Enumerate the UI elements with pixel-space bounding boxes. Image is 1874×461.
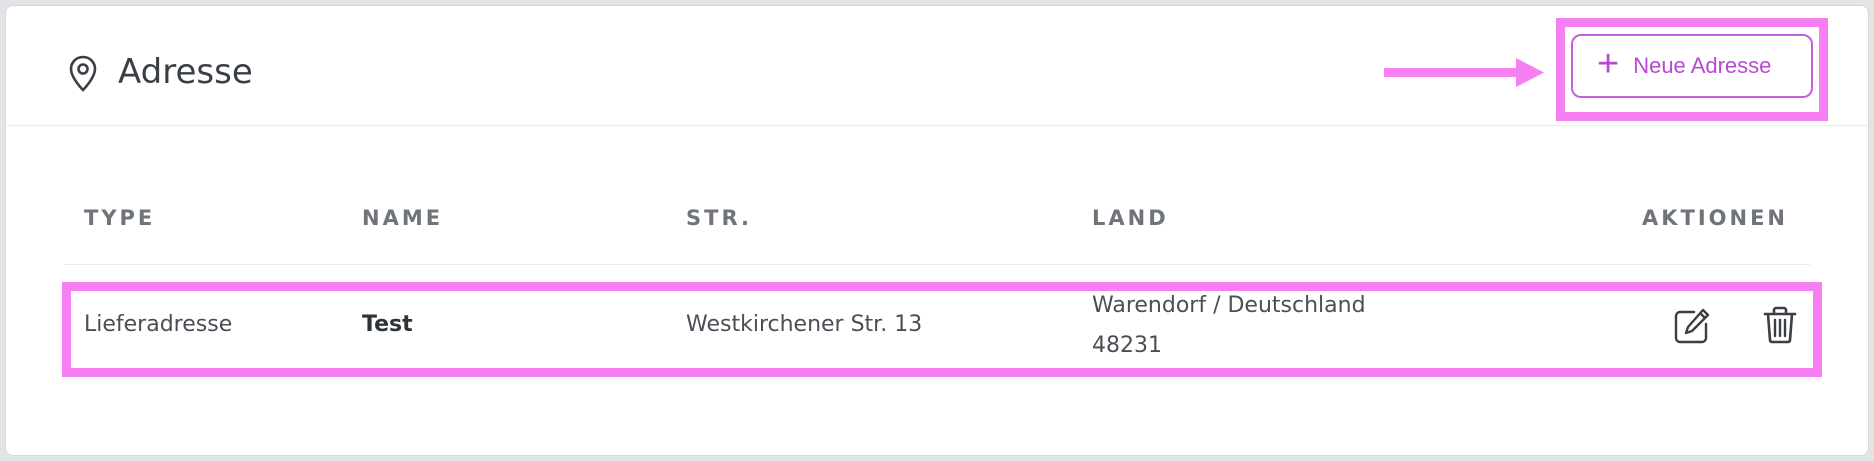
table-header-divider <box>64 264 1810 265</box>
cell-zip: 48231 <box>1092 333 1162 358</box>
card-header: Adresse + Neue Adresse <box>6 6 1868 126</box>
edit-icon[interactable] <box>1672 306 1712 346</box>
new-address-button[interactable]: + Neue Adresse <box>1571 34 1813 98</box>
column-header-land: LAND <box>1092 206 1169 230</box>
map-pin-icon <box>69 55 97 92</box>
page-title: Adresse <box>118 52 253 92</box>
column-header-street: STR. <box>686 206 752 230</box>
cell-land: Warendorf / Deutschland <box>1092 293 1366 318</box>
trash-icon[interactable] <box>1763 306 1797 344</box>
cell-street: Westkirchener Str. 13 <box>686 312 923 337</box>
cell-type: Lieferadresse <box>84 312 233 337</box>
column-header-name: NAME <box>362 206 444 230</box>
new-address-label: Neue Adresse <box>1633 53 1772 78</box>
address-card: Adresse + Neue Adresse TYPE NAME STR. LA… <box>5 5 1869 456</box>
column-header-actions: AKTIONEN <box>1641 206 1788 230</box>
highlight-box-row <box>62 282 1822 377</box>
column-header-type: TYPE <box>84 206 156 230</box>
annotation-arrow <box>1384 58 1544 87</box>
plus-icon: + <box>1597 43 1620 85</box>
cell-name: Test <box>362 312 413 337</box>
